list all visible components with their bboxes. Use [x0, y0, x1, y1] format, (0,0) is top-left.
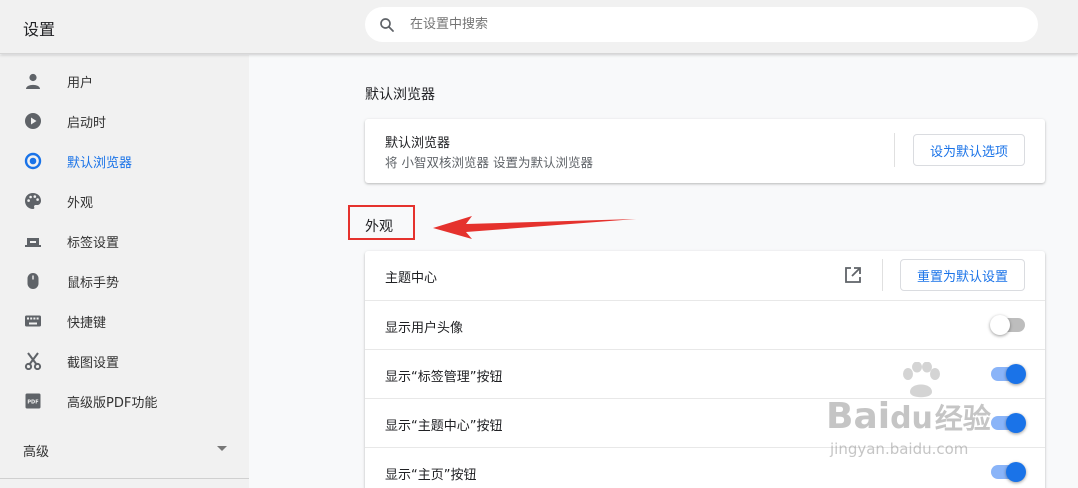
scissors-icon [24, 352, 42, 370]
toggle-label: 显示“标签管理”按钮 [385, 370, 503, 385]
browser-icon [24, 152, 42, 170]
search-icon [380, 18, 394, 32]
default-browser-card: 默认浏览器 将 小智双核浏览器 设置为默认浏览器 设为默认选项 [365, 119, 1045, 183]
sidebar-item-label: 快捷键 [67, 316, 107, 331]
search-bar[interactable] [365, 7, 1038, 42]
watermark-text: du [890, 401, 933, 436]
annotation-highlight-box [348, 205, 415, 240]
tab-icon [25, 238, 41, 247]
keyboard-icon [25, 315, 41, 327]
paw-icon [903, 362, 940, 398]
card-title: 默认浏览器 [385, 136, 451, 151]
sidebar-item-label: 高级版PDF功能 [67, 396, 158, 411]
sidebar-item-pdf[interactable]: PDF 高级版PDF功能 [0, 381, 249, 421]
toggle-label: 显示“主页”按钮 [385, 468, 477, 483]
divider [0, 478, 249, 479]
person-icon [26, 73, 40, 89]
chevron-down-icon [217, 446, 227, 451]
sidebar-item-label: 外观 [67, 196, 94, 211]
watermark-text: 经验 [934, 402, 991, 435]
page-title: 设置 [23, 20, 56, 39]
mouse-icon [27, 273, 39, 289]
theme-center-row[interactable]: 主题中心 重置为默认设置 [365, 251, 1045, 300]
toggle-row-user-avatar[interactable]: 显示用户头像 [365, 300, 1045, 349]
palette-icon [25, 193, 41, 209]
search-input[interactable] [410, 7, 1010, 42]
sidebar-item-shortcuts[interactable]: 快捷键 [0, 301, 249, 341]
sidebar-item-label: 启动时 [67, 116, 107, 131]
svg-text:PDF: PDF [27, 400, 38, 406]
toggle-knob [990, 315, 1010, 335]
pdf-icon: PDF [25, 393, 41, 409]
watermark-url: jingyan.baidu.com [830, 440, 969, 458]
watermark-text: Bai [826, 396, 891, 437]
sidebar-item-appearance[interactable]: 外观 [0, 181, 249, 221]
toggle-label: 显示用户头像 [385, 321, 464, 336]
sidebar-item-label: 用户 [67, 76, 94, 91]
card-subtitle: 将 小智双核浏览器 设置为默认浏览器 [385, 155, 593, 170]
toggle-switch-tab-manager[interactable] [991, 364, 1026, 384]
sidebar: 用户 启动时 默认浏览器 外观 标签设置 鼠标手势 快捷键 截图设置 PDF 高… [0, 55, 249, 488]
sidebar-item-label: 鼠标手势 [67, 276, 120, 291]
section-title-default-browser: 默认浏览器 [365, 87, 435, 103]
sidebar-item-mouse-gesture[interactable]: 鼠标手势 [0, 261, 249, 301]
toggle-switch-user-avatar[interactable] [990, 315, 1025, 335]
sidebar-item-label: 标签设置 [67, 236, 120, 251]
toggle-knob [1006, 462, 1026, 482]
theme-center-label: 主题中心 [385, 271, 438, 286]
header: 设置 [0, 0, 1078, 54]
set-default-button[interactable]: 设为默认选项 [913, 134, 1025, 166]
sidebar-item-tab-settings[interactable]: 标签设置 [0, 221, 249, 261]
sidebar-item-label: 截图设置 [67, 356, 120, 371]
power-icon [25, 113, 41, 129]
toggle-switch-theme-center[interactable] [991, 413, 1026, 433]
toggle-row-tab-manager[interactable]: 显示“标签管理”按钮 [365, 349, 1045, 398]
external-link-icon[interactable] [844, 266, 862, 284]
divider [882, 259, 883, 291]
divider [894, 133, 895, 167]
toggle-knob [1006, 413, 1026, 433]
toggle-label: 显示“主题中心”按钮 [385, 419, 503, 434]
toggle-knob [1006, 364, 1026, 384]
toggle-switch-home[interactable] [991, 462, 1026, 482]
sidebar-item-user[interactable]: 用户 [0, 61, 249, 101]
sidebar-item-screenshot-settings[interactable]: 截图设置 [0, 341, 249, 381]
advanced-toggle[interactable]: 高级 [0, 429, 249, 469]
sidebar-item-default-browser[interactable]: 默认浏览器 [0, 141, 249, 181]
sidebar-item-startup[interactable]: 启动时 [0, 101, 249, 141]
sidebar-item-label: 默认浏览器 [67, 156, 133, 171]
advanced-label: 高级 [23, 445, 50, 460]
annotation-arrow-icon [433, 216, 636, 239]
reset-theme-button[interactable]: 重置为默认设置 [900, 259, 1025, 291]
